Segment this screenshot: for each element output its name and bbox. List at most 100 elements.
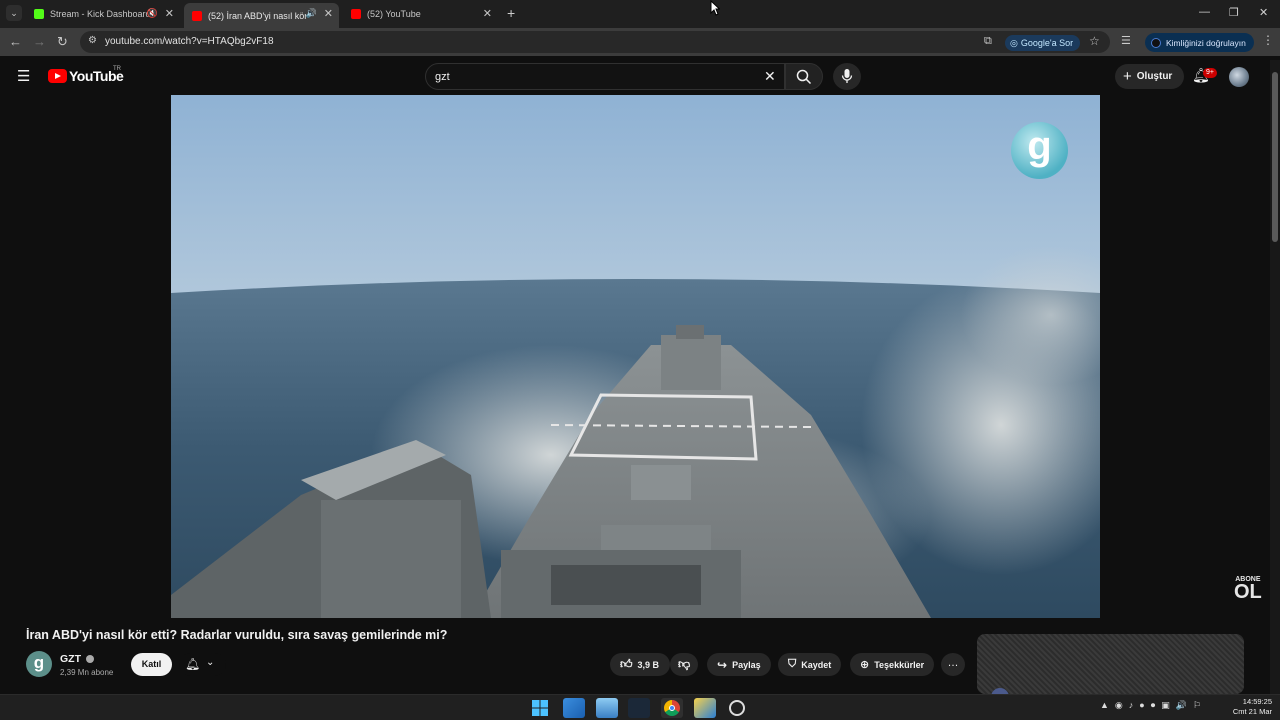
mouse-cursor-icon bbox=[710, 0, 720, 16]
search-button[interactable] bbox=[785, 63, 823, 90]
tab-youtube[interactable]: (52) YouTube ✕ bbox=[343, 3, 498, 25]
create-label: Oluştur bbox=[1136, 71, 1173, 82]
tab-title: (52) YouTube bbox=[367, 9, 421, 19]
url-text: youtube.com/watch?v=HTAQbg2vF18 bbox=[105, 36, 274, 47]
notification-count-badge: 9+ bbox=[1203, 68, 1217, 78]
microphone-icon bbox=[841, 69, 853, 83]
close-tab-icon[interactable]: ✕ bbox=[165, 7, 174, 20]
bell-icon: 🔔︎ bbox=[185, 657, 201, 671]
like-count: 3,9 B bbox=[637, 659, 660, 670]
tab-title: Stream - Kick Dashboard bbox=[50, 9, 151, 19]
tab-list-dropdown-icon[interactable]: ⌄ bbox=[6, 5, 22, 21]
forward-icon[interactable]: → bbox=[33, 34, 46, 49]
plus-icon: + bbox=[1123, 68, 1132, 85]
thanks-label: Teşekkürler bbox=[874, 659, 925, 670]
youtube-logo-icon[interactable] bbox=[48, 69, 67, 83]
search-input[interactable]: gzt ✕ bbox=[425, 63, 785, 90]
youtube-tab-icon bbox=[192, 10, 202, 21]
tab-kick-dashboard[interactable]: Stream - Kick Dashboard 🔇 ✕ bbox=[26, 3, 180, 25]
clear-search-icon[interactable]: ✕ bbox=[764, 68, 776, 85]
thumbs-down-icon: 👎︎ bbox=[678, 657, 691, 671]
dislike-button[interactable]: 👎︎ bbox=[670, 653, 698, 676]
tab-title: (52) İran ABD'yi nasıl kör etti bbox=[208, 10, 306, 21]
obs-icon[interactable] bbox=[726, 698, 748, 718]
google-ask-label: Google'a Sor bbox=[1020, 38, 1074, 48]
system-clock[interactable]: 14:59:25 Cmt 21 Mar bbox=[1228, 697, 1272, 717]
google-ask-button[interactable]: ◎ Google'a Sor bbox=[1005, 35, 1081, 51]
youtube-tab-icon bbox=[351, 9, 361, 19]
verified-icon bbox=[85, 655, 94, 664]
address-bar[interactable]: ⚙ youtube.com/watch?v=HTAQbg2vF18 ⧉ ☆ bbox=[80, 31, 1110, 53]
create-button[interactable]: + Oluştur bbox=[1115, 64, 1185, 89]
muted-speaker-icon[interactable]: 🔇 bbox=[147, 8, 158, 19]
hamburger-menu-icon[interactable]: ☰ bbox=[17, 67, 30, 85]
channel-avatar-letter: g bbox=[33, 653, 45, 672]
subscriber-count: 2,39 Mn abone bbox=[60, 668, 114, 677]
steam-icon[interactable] bbox=[628, 698, 650, 718]
page-scrollbar[interactable] bbox=[1270, 60, 1280, 695]
video-player[interactable]: g bbox=[171, 95, 1100, 618]
install-app-icon[interactable]: ⧉ bbox=[984, 35, 992, 48]
windows-start-icon[interactable] bbox=[529, 698, 551, 718]
voice-search-button[interactable] bbox=[833, 63, 861, 90]
reading-list-icon[interactable]: ☰ bbox=[1121, 34, 1131, 47]
chrome-icon[interactable] bbox=[661, 698, 683, 718]
save-button[interactable]: ⛉ Kaydet bbox=[778, 653, 842, 676]
thanks-button[interactable]: ⊕ Teşekkürler bbox=[850, 653, 935, 676]
lens-icon: ◎ bbox=[1010, 37, 1018, 48]
search-query: gzt bbox=[435, 71, 450, 83]
close-window-icon[interactable]: ✕ bbox=[1259, 6, 1268, 19]
video-title: İran ABD'yi nasıl kör etti? Radarlar vur… bbox=[26, 628, 448, 642]
scroll-thumb[interactable] bbox=[1272, 72, 1278, 242]
subscribe-overlay[interactable]: ABONE OL bbox=[1234, 576, 1262, 603]
tray-icons[interactable]: ▲◉♪●⏺▣🔊⚐ bbox=[1100, 700, 1207, 711]
region-code: TR bbox=[113, 66, 121, 72]
channel-name[interactable]: GZT bbox=[60, 653, 94, 665]
reload-icon[interactable]: ↻ bbox=[57, 34, 68, 50]
like-button[interactable]: 👍︎ 3,9 B bbox=[610, 653, 670, 676]
bookmark-icon: ⛉ bbox=[788, 658, 797, 670]
restore-icon[interactable]: ❐ bbox=[1229, 6, 1239, 19]
subscribe-overlay-line2: OL bbox=[1234, 581, 1262, 603]
bookmark-star-icon[interactable]: ☆ bbox=[1089, 34, 1100, 48]
join-button[interactable]: Katıl bbox=[131, 653, 172, 676]
super-thanks-icon: ⊕ bbox=[860, 659, 870, 671]
save-label: Kaydet bbox=[801, 659, 832, 670]
subscription-bell-button[interactable]: 🔔︎ ⌄ bbox=[179, 653, 226, 676]
clock-date: Cmt 21 Mar bbox=[1232, 707, 1272, 716]
verify-identity-button[interactable]: Kimliğinizi doğrulayın bbox=[1145, 33, 1254, 52]
site-info-icon[interactable]: ⚙ bbox=[88, 35, 97, 46]
profile-dot-icon bbox=[1151, 37, 1161, 48]
browser-menu-icon[interactable]: ⋮ bbox=[1262, 33, 1274, 47]
more-actions-icon[interactable]: … bbox=[941, 653, 965, 676]
browser-tab-strip: ⌄ Stream - Kick Dashboard 🔇 ✕ (52) İran … bbox=[0, 0, 1280, 28]
close-tab-icon[interactable]: ✕ bbox=[483, 7, 492, 20]
thumbs-up-icon: 👍︎ bbox=[620, 657, 633, 671]
chevron-down-icon: ⌄ bbox=[206, 657, 215, 668]
minimize-icon[interactable]: — bbox=[1199, 6, 1210, 18]
video-frame-warship-at-sea bbox=[171, 95, 1100, 618]
channel-watermark-logo[interactable]: g bbox=[1011, 122, 1068, 179]
watermark-letter: g bbox=[1027, 124, 1052, 168]
app-icon[interactable] bbox=[694, 698, 716, 718]
back-icon[interactable]: ← bbox=[9, 34, 22, 49]
account-avatar[interactable] bbox=[1229, 67, 1249, 87]
tab-active-video[interactable]: (52) İran ABD'yi nasıl kör etti 🔊 ✕ bbox=[184, 3, 339, 28]
windows-taskbar: ▲◉♪●⏺▣🔊⚐ 14:59:25 Cmt 21 Mar bbox=[0, 694, 1280, 720]
browser-toolbar: ← → ↻ ⚙ youtube.com/watch?v=HTAQbg2vF18 … bbox=[0, 28, 1280, 56]
share-button[interactable]: ↪ Paylaş bbox=[707, 653, 771, 676]
photo-app-icon[interactable] bbox=[596, 698, 618, 718]
verify-identity-label: Kimliğinizi doğrulayın bbox=[1166, 37, 1246, 48]
search-icon bbox=[796, 69, 812, 85]
file-explorer-icon[interactable] bbox=[563, 698, 585, 718]
new-tab-button[interactable]: + bbox=[507, 5, 515, 21]
recommendation-card[interactable] bbox=[977, 634, 1244, 694]
channel-avatar[interactable]: g bbox=[26, 651, 52, 677]
channel-name-text: GZT bbox=[60, 653, 81, 665]
youtube-header: ☰ YouTube TR gzt ✕ + Oluştur 🔔︎ 9+ bbox=[0, 56, 1280, 96]
clock-time: 14:59:25 bbox=[1242, 697, 1272, 706]
share-label: Paylaş bbox=[732, 659, 761, 670]
speaker-icon[interactable]: 🔊 bbox=[306, 8, 317, 19]
close-tab-icon[interactable]: ✕ bbox=[324, 7, 333, 20]
share-icon: ↪ bbox=[717, 657, 728, 672]
